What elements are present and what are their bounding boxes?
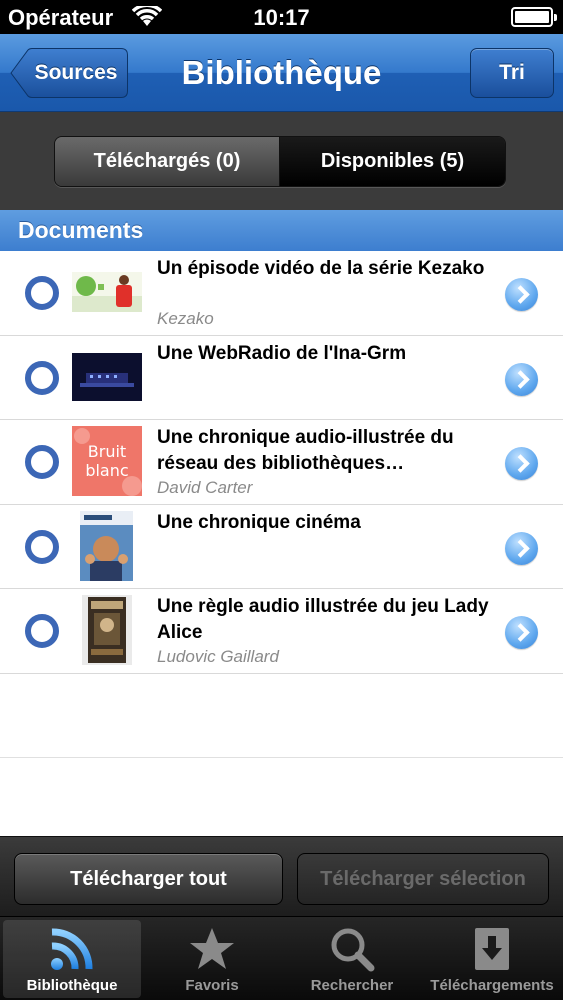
thumb-text-blanc: blanc	[85, 461, 128, 480]
select-radio[interactable]	[25, 276, 59, 310]
select-radio[interactable]	[25, 445, 59, 479]
tab-label: Favoris	[185, 977, 239, 994]
bottom-toolbar: Télécharger tout Télécharger sélection	[0, 836, 563, 916]
disclosure-chevron-icon[interactable]	[505, 447, 538, 480]
item-title: Une chronique audio-illustrée du réseau …	[157, 427, 454, 474]
lady-alice-thumbnail	[82, 595, 132, 665]
tab-label: Rechercher	[310, 977, 394, 994]
disclosure-chevron-icon[interactable]	[505, 278, 538, 311]
segment-downloaded[interactable]: Téléchargés (0)	[55, 137, 280, 186]
bruit-blanc-thumbnail: Bruit blanc	[72, 426, 142, 496]
disclosure-chevron-icon[interactable]	[505, 531, 538, 565]
list-item[interactable]: Une règle audio illustrée du jeu Lady Al…	[0, 589, 563, 674]
document-list: Un épisode vidéo de la série Kezako Keza…	[0, 251, 563, 758]
star-icon	[190, 928, 234, 969]
clock: 10:17	[253, 5, 310, 30]
select-radio[interactable]	[25, 360, 59, 395]
item-title: Une règle audio illustrée du jeu Lady Al…	[157, 596, 489, 643]
section-header: Documents	[0, 210, 563, 251]
download-selection-button[interactable]: Télécharger sélection	[297, 853, 549, 905]
list-item[interactable]: Bruit blanc Une chronique audio-illustré…	[0, 420, 563, 505]
sort-button[interactable]: Tri	[470, 48, 554, 98]
tab-label: Téléchargements	[430, 977, 554, 994]
item-author: Kezako	[157, 309, 214, 328]
download-icon	[475, 928, 509, 970]
tab-rechercher[interactable]: Rechercher	[283, 920, 421, 998]
tab-label: Bibliothèque	[26, 977, 118, 994]
segmented-control: Téléchargés (0) Disponibles (5)	[54, 136, 506, 187]
rss-icon	[51, 928, 93, 970]
select-radio[interactable]	[25, 529, 59, 564]
kezako-thumbnail	[72, 272, 142, 312]
empty-row	[0, 673, 563, 758]
item-title: Une chronique cinéma	[157, 511, 361, 533]
item-author: David Carter	[157, 478, 253, 497]
tab-bar: Bibliothèque Favoris Rechercher Téléchar…	[0, 916, 563, 1000]
disclosure-chevron-icon[interactable]	[505, 362, 538, 396]
list-item[interactable]: Une WebRadio de l'Ina-Grm	[0, 335, 563, 420]
list-item[interactable]: Un épisode vidéo de la série Kezako Keza…	[0, 251, 563, 336]
list-item[interactable]: Une chronique cinéma	[0, 504, 563, 589]
tab-favoris[interactable]: Favoris	[143, 920, 281, 998]
disclosure-chevron-icon[interactable]	[505, 616, 538, 649]
item-author: Ludovic Gaillard	[157, 647, 279, 666]
select-radio[interactable]	[25, 614, 59, 648]
tab-bibliotheque[interactable]: Bibliothèque	[3, 920, 141, 998]
item-title: Un épisode vidéo de la série Kezako	[157, 258, 485, 279]
segment-available[interactable]: Disponibles (5)	[280, 137, 505, 186]
segment-area: Téléchargés (0) Disponibles (5)	[0, 112, 563, 210]
thumb-text-bruit: Bruit	[88, 442, 126, 461]
battery-icon	[511, 7, 557, 27]
download-all-button[interactable]: Télécharger tout	[14, 853, 283, 905]
cinema-thumbnail	[80, 510, 133, 581]
webradio-thumbnail	[72, 352, 142, 401]
item-title: Une WebRadio de l'Ina-Grm	[157, 342, 407, 364]
tab-telechargements[interactable]: Téléchargements	[423, 920, 561, 998]
search-icon	[331, 928, 375, 972]
navigation-bar: Sources Bibliothèque Tri	[0, 34, 563, 112]
status-bar: Opérateur 10:17	[0, 0, 563, 34]
